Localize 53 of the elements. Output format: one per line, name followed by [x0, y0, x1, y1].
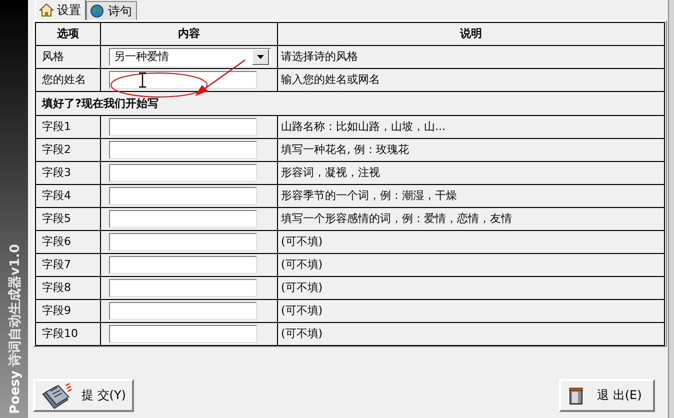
field-hint: (可不填) [281, 304, 323, 317]
tab[interactable]: 设置 [35, 0, 86, 20]
field-hint: 形容词，凝视，注视 [281, 166, 380, 179]
column-header: 说明 [278, 22, 664, 46]
field-label: 字段1 [42, 120, 71, 133]
field-hint: 输入您的姓名或网名 [281, 73, 380, 86]
exit-button[interactable]: 退 出(E) [559, 379, 655, 412]
field-hint: (可不填) [281, 327, 323, 340]
tab[interactable]: 诗句 [86, 1, 137, 20]
globe-icon [90, 4, 105, 18]
newspaper-icon [41, 382, 74, 410]
field-hint: (可不填) [281, 281, 323, 294]
field-label: 字段7 [42, 258, 71, 271]
input-field[interactable] [109, 233, 257, 251]
field-hint: 山路名称：比如山路，山坡，山... [281, 120, 446, 133]
field-hint: (可不填) [281, 258, 323, 271]
style-dropdown[interactable]: 另一种爱情 [109, 48, 271, 66]
annotation-arrow [192, 58, 248, 98]
text-cursor-icon [138, 72, 147, 88]
input-field[interactable] [109, 256, 257, 274]
column-header: 内容 [100, 22, 278, 46]
input-field[interactable] [109, 118, 257, 136]
field-hint: 填写一种花名, 例：玫瑰花 [281, 143, 409, 156]
input-field[interactable] [109, 71, 257, 89]
field-label: 字段8 [42, 281, 71, 294]
input-field[interactable] [109, 302, 257, 320]
input-field[interactable] [109, 210, 257, 228]
input-field[interactable] [109, 279, 257, 297]
field-hint: 请选择诗的风格 [281, 50, 358, 63]
field-label: 字段3 [42, 166, 71, 179]
trash-bin-icon [569, 386, 583, 404]
field-label: 字段5 [42, 212, 71, 225]
app-title: Poesy [8, 370, 22, 414]
input-field[interactable] [109, 325, 257, 343]
input-field[interactable] [109, 141, 257, 159]
input-field[interactable] [109, 187, 257, 205]
field-label: 字段2 [42, 143, 71, 156]
field-label: 您的姓名 [42, 73, 86, 86]
field-hint: 填写一个形容感情的词，例：爱情，恋情，友情 [281, 212, 512, 225]
section-heading: 填好了?现在我们开始写 [42, 96, 158, 110]
field-label: 字段10 [42, 327, 78, 340]
dropdown-arrow-icon [257, 55, 264, 59]
submit-button[interactable]: 提 交(Y) [33, 379, 134, 412]
field-label: 风格 [42, 50, 64, 63]
field-hint: 形容季节的一个词，例：潮湿，干燥 [281, 189, 457, 202]
house-icon [39, 3, 54, 17]
app-subtitle: 诗词自动生成器v1.0 [7, 244, 24, 366]
field-label: 字段6 [42, 235, 71, 248]
column-header: 选项 [36, 22, 100, 46]
field-label: 字段4 [42, 189, 71, 202]
field-hint: (可不填) [281, 235, 323, 248]
input-field[interactable] [109, 164, 257, 182]
field-label: 字段9 [42, 304, 71, 317]
